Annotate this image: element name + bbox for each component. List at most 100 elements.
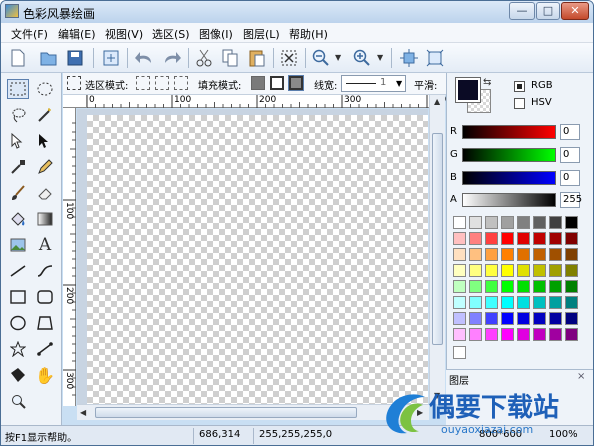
palette-swatch[interactable] xyxy=(517,232,530,245)
palette-swatch[interactable] xyxy=(549,328,562,341)
palette-swatch[interactable] xyxy=(453,296,466,309)
palette-swatch[interactable] xyxy=(549,280,562,293)
palette-swatch[interactable] xyxy=(501,280,514,293)
deselect-icon[interactable] xyxy=(278,47,300,69)
palette-swatch[interactable] xyxy=(517,280,530,293)
move-selection-icon[interactable] xyxy=(7,131,29,151)
redo-icon[interactable] xyxy=(161,47,183,69)
palette-swatch[interactable] xyxy=(549,232,562,245)
palette-swatch[interactable] xyxy=(501,264,514,277)
palette-swatch[interactable] xyxy=(485,216,498,229)
palette-swatch[interactable] xyxy=(565,328,578,341)
curve-icon[interactable] xyxy=(34,261,56,281)
palette-swatch[interactable] xyxy=(501,312,514,325)
arrow-line-icon[interactable] xyxy=(34,339,56,359)
palette-swatch[interactable] xyxy=(485,280,498,293)
menu-view[interactable]: 视图(V) xyxy=(105,26,143,42)
actual-size-icon[interactable] xyxy=(424,47,446,69)
palette-swatch[interactable] xyxy=(469,296,482,309)
palette-swatch[interactable] xyxy=(517,296,530,309)
fill-mode-outline[interactable] xyxy=(270,76,284,90)
selection-mode-replace[interactable] xyxy=(136,76,150,90)
fit-window-icon[interactable] xyxy=(398,47,420,69)
menu-layer[interactable]: 图层(L) xyxy=(243,26,280,42)
palette-swatch[interactable] xyxy=(453,232,466,245)
selection-mode-add[interactable] xyxy=(155,76,169,90)
scroll-left-icon[interactable]: ◀ xyxy=(80,408,86,417)
palette-swatch[interactable] xyxy=(549,216,562,229)
palette-swatch[interactable] xyxy=(549,296,562,309)
red-slider[interactable] xyxy=(462,125,556,139)
gradient-icon[interactable] xyxy=(34,209,56,229)
ellipse-select-icon[interactable] xyxy=(34,79,56,99)
horizontal-scroll-thumb[interactable] xyxy=(95,407,357,418)
open-icon[interactable] xyxy=(38,47,60,69)
menu-file[interactable]: 文件(F) xyxy=(11,26,48,42)
zoom-in-dropdown-icon[interactable]: ▼ xyxy=(377,53,383,62)
horizontal-scrollbar[interactable]: ◀ ▶ xyxy=(77,404,429,420)
palette-swatch[interactable] xyxy=(565,280,578,293)
palette-swatch[interactable] xyxy=(517,312,530,325)
star-icon[interactable] xyxy=(7,339,29,359)
pan-hand-icon[interactable]: ✋ xyxy=(34,365,56,385)
palette-swatch[interactable] xyxy=(533,216,546,229)
paste-icon[interactable] xyxy=(246,47,268,69)
rectangle-icon[interactable] xyxy=(7,287,29,307)
palette-swatch[interactable] xyxy=(453,248,466,261)
blue-slider[interactable] xyxy=(462,171,556,185)
palette-swatch[interactable] xyxy=(565,264,578,277)
zoom-out-icon[interactable] xyxy=(310,47,332,69)
palette-swatch[interactable] xyxy=(565,312,578,325)
cut-icon[interactable] xyxy=(193,47,215,69)
text-tool-icon[interactable]: A xyxy=(34,235,56,255)
palette-swatch[interactable] xyxy=(517,216,530,229)
freeform-shape-icon[interactable] xyxy=(34,313,56,333)
lasso-icon[interactable] xyxy=(7,105,29,125)
color-picker-icon[interactable] xyxy=(7,157,29,177)
palette-swatch[interactable] xyxy=(549,264,562,277)
ellipse-icon[interactable] xyxy=(7,313,29,333)
rgb-radio[interactable] xyxy=(514,81,525,92)
eraser-icon[interactable] xyxy=(34,183,56,203)
palette-swatch[interactable] xyxy=(549,248,562,261)
green-slider[interactable] xyxy=(462,148,556,162)
palette-swatch[interactable] xyxy=(469,312,482,325)
new-icon[interactable] xyxy=(7,47,29,69)
palette-swatch[interactable] xyxy=(533,264,546,277)
selection-mode-subtract[interactable] xyxy=(174,76,188,90)
maximize-button[interactable]: □ xyxy=(536,2,560,20)
palette-swatch[interactable] xyxy=(533,296,546,309)
palette-swatch[interactable] xyxy=(469,328,482,341)
palette-swatch[interactable] xyxy=(485,296,498,309)
palette-swatch[interactable] xyxy=(485,328,498,341)
palette-swatch[interactable] xyxy=(469,232,482,245)
line-width-select[interactable]: 1 ▼ xyxy=(341,75,406,92)
palette-swatch[interactable] xyxy=(501,232,514,245)
rounded-rectangle-icon[interactable] xyxy=(34,287,56,307)
palette-swatch[interactable] xyxy=(485,232,498,245)
palette-swatch[interactable] xyxy=(533,232,546,245)
zoom-in-icon[interactable] xyxy=(351,47,373,69)
scroll-up-icon[interactable]: ▲ xyxy=(434,97,440,106)
palette-swatch[interactable] xyxy=(469,248,482,261)
custom-color-swatch[interactable] xyxy=(453,346,466,359)
menu-image[interactable]: 图像(I) xyxy=(199,26,233,42)
drawing-canvas[interactable] xyxy=(87,115,428,404)
palette-swatch[interactable] xyxy=(549,312,562,325)
menu-edit[interactable]: 编辑(E) xyxy=(58,26,96,42)
palette-swatch[interactable] xyxy=(565,232,578,245)
palette-swatch[interactable] xyxy=(485,248,498,261)
green-value-input[interactable]: 0 xyxy=(560,147,580,163)
blue-value-input[interactable]: 0 xyxy=(560,170,580,186)
palette-swatch[interactable] xyxy=(565,248,578,261)
palette-swatch[interactable] xyxy=(485,312,498,325)
palette-swatch[interactable] xyxy=(501,328,514,341)
palette-swatch[interactable] xyxy=(453,216,466,229)
palette-swatch[interactable] xyxy=(453,312,466,325)
menu-select[interactable]: 选区(S) xyxy=(152,26,190,42)
close-button[interactable]: ✕ xyxy=(561,2,589,20)
palette-swatch[interactable] xyxy=(469,216,482,229)
alpha-value-input[interactable]: 255 xyxy=(560,192,582,208)
swap-colors-icon[interactable]: ⇆ xyxy=(483,77,491,88)
rect-select-icon[interactable] xyxy=(7,79,29,99)
